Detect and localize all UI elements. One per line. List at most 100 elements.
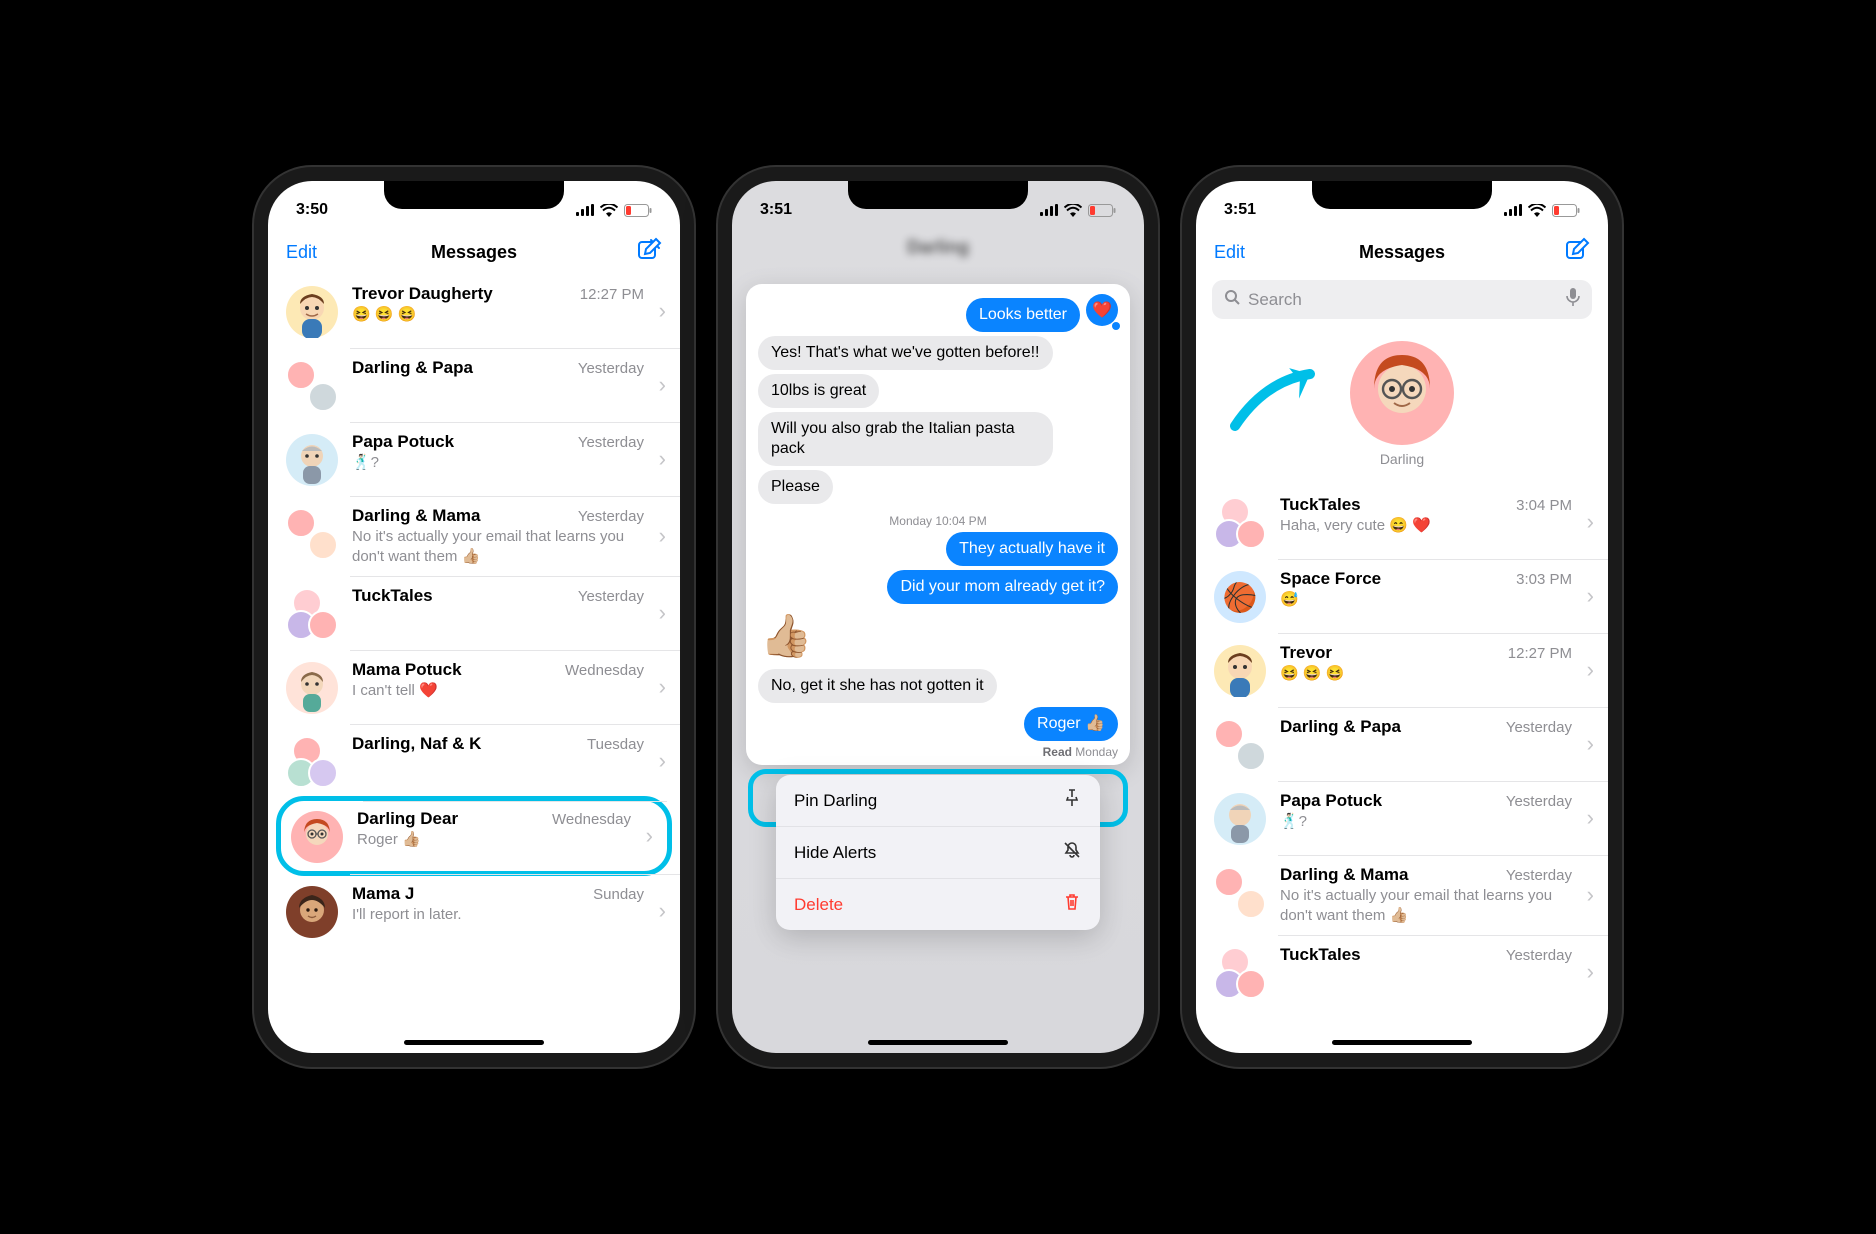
mic-icon[interactable] <box>1566 288 1580 311</box>
avatar <box>286 886 338 938</box>
compose-button[interactable] <box>636 237 662 268</box>
tapback-heart-icon: ❤️ <box>1086 294 1118 326</box>
list-item[interactable]: Trevor12:27 PM 😆 😆 😆 › <box>1196 633 1608 707</box>
list-item[interactable]: Papa PotuckYesterday 🕺🏻? › <box>268 422 680 496</box>
list-item[interactable]: Darling & PapaYesterday › <box>1196 707 1608 781</box>
home-indicator[interactable] <box>404 1040 544 1045</box>
nav-bar: Edit Messages <box>1196 229 1608 274</box>
convo-time: 12:27 PM <box>1508 645 1572 662</box>
list-item[interactable]: Darling & Mama Yesterday No it's actually… <box>268 496 680 576</box>
read-receipt: Read Monday <box>758 745 1118 759</box>
chevron-right-icon: › <box>1587 882 1594 908</box>
phone-frame-2: 3:51 Darling Looks better ❤️ Yes! That's… <box>718 167 1158 1067</box>
convo-preview: 😅 <box>1280 590 1572 610</box>
status-bar: 3:50 <box>268 181 680 229</box>
list-item[interactable]: Darling & MamaYesterday No it's actually… <box>1196 855 1608 935</box>
conversation-list[interactable]: Trevor Daugherty12:27 PM 😆 😆 😆 › Darling… <box>268 274 680 948</box>
convo-preview: No it's actually your email that learns … <box>352 527 644 566</box>
convo-name: Darling & Mama <box>352 506 480 526</box>
convo-time: 12:27 PM <box>580 286 644 303</box>
list-item[interactable]: Darling & PapaYesterday › <box>268 348 680 422</box>
message-in: 10lbs is great <box>758 374 879 408</box>
signal-icon <box>1040 204 1058 216</box>
chevron-right-icon: › <box>1587 731 1594 757</box>
message-in: Please <box>758 470 833 504</box>
edit-button[interactable]: Edit <box>286 242 317 263</box>
bell-slash-icon <box>1062 840 1082 865</box>
avatar-group <box>1214 497 1266 549</box>
signal-icon <box>576 204 594 216</box>
search-icon <box>1224 289 1240 310</box>
list-item[interactable]: TuckTales3:04 PM Haha, very cute 😄 ❤️ › <box>1196 485 1608 559</box>
battery-low-icon <box>1088 204 1116 217</box>
home-indicator[interactable] <box>868 1040 1008 1045</box>
convo-preview: No it's actually your email that learns … <box>1280 886 1572 925</box>
edit-button[interactable]: Edit <box>1214 242 1245 263</box>
convo-time: 3:03 PM <box>1516 571 1572 588</box>
avatar <box>1214 645 1266 697</box>
nav-bar: Edit Messages <box>268 229 680 274</box>
convo-preview: Haha, very cute 😄 ❤️ <box>1280 516 1572 536</box>
list-item-highlighted[interactable]: Darling DearWednesday Roger 👍🏼 › <box>276 796 672 876</box>
convo-time: Yesterday <box>578 588 644 605</box>
list-item[interactable]: Mama JSunday I'll report in later. › <box>268 874 680 948</box>
signal-icon <box>1504 204 1522 216</box>
status-time: 3:51 <box>760 201 792 219</box>
menu-label: Delete <box>794 895 843 915</box>
list-item[interactable]: 🏀 Space Force3:03 PM 😅 › <box>1196 559 1608 633</box>
conversation-list[interactable]: TuckTales3:04 PM Haha, very cute 😄 ❤️ › … <box>1196 485 1608 1009</box>
convo-name: Mama Potuck <box>352 660 462 680</box>
status-right <box>1504 204 1580 217</box>
chevron-right-icon: › <box>659 523 666 549</box>
screen-2: 3:51 Darling Looks better ❤️ Yes! That's… <box>732 181 1144 1053</box>
list-item[interactable]: TuckTalesYesterday › <box>1196 935 1608 1009</box>
pinned-contact[interactable]: Darling <box>1350 341 1454 467</box>
message-in: Yes! That's what we've gotten before!! <box>758 336 1053 370</box>
compose-button[interactable] <box>1564 237 1590 268</box>
convo-name: Papa Potuck <box>352 432 454 452</box>
menu-label: Hide Alerts <box>794 843 876 863</box>
avatar-group <box>286 588 338 640</box>
menu-pin[interactable]: Pin Darling <box>776 775 1100 826</box>
list-item[interactable]: Papa PotuckYesterday 🕺🏻? › <box>1196 781 1608 855</box>
chevron-right-icon: › <box>659 298 666 324</box>
phone-frame-3: 3:51 Edit Messages Search <box>1182 167 1622 1067</box>
chevron-right-icon: › <box>1587 509 1594 535</box>
chevron-right-icon: › <box>1587 583 1594 609</box>
pinned-area: Darling <box>1196 329 1608 485</box>
menu-label: Pin Darling <box>794 791 877 811</box>
chevron-right-icon: › <box>659 372 666 398</box>
convo-name: TuckTales <box>352 586 433 606</box>
convo-time: 3:04 PM <box>1516 497 1572 514</box>
chevron-right-icon: › <box>646 823 653 849</box>
convo-time: Tuesday <box>587 736 644 753</box>
list-item[interactable]: Trevor Daugherty12:27 PM 😆 😆 😆 › <box>268 274 680 348</box>
screen-1: 3:50 Edit Messages Trevor Daugherty12:27… <box>268 181 680 1053</box>
convo-time: Yesterday <box>578 434 644 451</box>
list-item[interactable]: TuckTalesYesterday › <box>268 576 680 650</box>
message-out: Roger 👍🏼 <box>1024 707 1118 741</box>
convo-name: Mama J <box>352 884 414 904</box>
message-in: Will you also grab the Italian pasta pac… <box>758 412 1053 466</box>
chevron-right-icon: › <box>1587 805 1594 831</box>
battery-low-icon <box>1552 204 1580 217</box>
conversation-preview-card[interactable]: Looks better ❤️ Yes! That's what we've g… <box>746 284 1130 765</box>
convo-time: Sunday <box>593 886 644 903</box>
trash-icon <box>1062 892 1082 917</box>
search-input[interactable]: Search <box>1212 280 1592 319</box>
message-out: They actually have it <box>946 532 1118 566</box>
page-title: Messages <box>268 242 680 263</box>
avatar-group <box>286 736 338 788</box>
convo-name: Space Force <box>1280 569 1381 589</box>
list-item[interactable]: Darling, Naf & KTuesday › <box>268 724 680 798</box>
home-indicator[interactable] <box>1332 1040 1472 1045</box>
pinned-name: Darling <box>1350 451 1454 467</box>
convo-preview: 😆 😆 😆 <box>352 305 644 325</box>
list-item[interactable]: Mama PotuckWednesday I can't tell ❤️ › <box>268 650 680 724</box>
menu-hide-alerts[interactable]: Hide Alerts <box>776 826 1100 878</box>
timestamp: Monday 10:04 PM <box>758 514 1118 528</box>
avatar-group <box>286 508 338 560</box>
menu-delete[interactable]: Delete <box>776 878 1100 930</box>
convo-time: Yesterday <box>578 508 644 525</box>
convo-preview: I can't tell ❤️ <box>352 681 644 701</box>
